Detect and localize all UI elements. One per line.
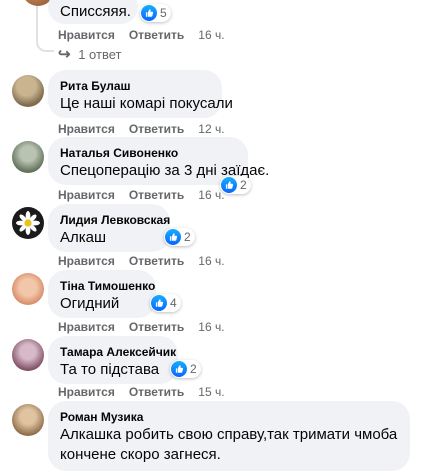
avatar[interactable]	[12, 141, 44, 173]
reaction-count-value: 5	[160, 6, 167, 20]
avatar[interactable]	[12, 75, 44, 107]
comment-author[interactable]: Тамара Алексейчик	[60, 344, 176, 360]
comment-actions: Нравится Ответить 16 ч.	[58, 319, 239, 335]
comment-actions: Нравится Ответить 16 ч.	[58, 187, 239, 203]
comment-author[interactable]: Лидия Левковская	[60, 212, 170, 228]
comment-text: Алкаш	[60, 229, 107, 246]
reaction-count[interactable]: 4	[150, 294, 181, 312]
avatar[interactable]	[12, 404, 44, 436]
timestamp[interactable]: 16 ч.	[198, 320, 224, 334]
like-icon	[151, 295, 167, 311]
like-button[interactable]: Нравится	[58, 28, 115, 42]
comment-text: Це наші комарі покусали	[60, 95, 233, 112]
comment-bubble: Лидия Левковская Алкаш	[48, 204, 170, 252]
comment-text: Списсяяя.	[60, 3, 131, 20]
avatar[interactable]	[12, 207, 44, 239]
reply-button[interactable]: Ответить	[129, 122, 184, 136]
view-replies-label: 1 ответ	[78, 47, 122, 62]
comment-actions: Нравится Ответить 16 ч.	[58, 27, 239, 43]
comment-author[interactable]: Рита Булаш	[60, 78, 210, 94]
comment-bubble: Тамара Алексейчик Та то підстава	[48, 336, 178, 384]
reply-button[interactable]: Ответить	[129, 254, 184, 268]
reply-button[interactable]: Ответить	[129, 188, 184, 202]
comment-author[interactable]: Наталья Сивоненко	[60, 145, 236, 161]
reply-arrow-icon: ↪	[58, 46, 71, 63]
comment-author[interactable]: Роман Музика	[60, 409, 398, 425]
timestamp[interactable]: 16 ч.	[198, 28, 224, 42]
avatar[interactable]	[12, 339, 44, 371]
timestamp[interactable]: 12 ч.	[198, 122, 224, 136]
comment-text: Та то підстава	[60, 361, 160, 378]
timestamp[interactable]: 16 ч.	[198, 188, 224, 202]
comment-bubble: Списсяяя.	[48, 0, 138, 24]
comment-actions: Нравится Ответить 16 ч.	[58, 253, 239, 269]
comment-text-line: Алкашка робить свою справу,так тримати ч…	[60, 426, 398, 443]
reaction-count-value: 2	[184, 230, 191, 244]
like-icon	[141, 5, 157, 21]
like-icon	[165, 229, 181, 245]
reply-button[interactable]: Ответить	[129, 385, 184, 399]
comment-author[interactable]: Тіна Тимошенко	[60, 278, 155, 294]
daisy-icon	[16, 211, 40, 235]
comment-text: Спецоперацію за 3 дні заїдає.	[60, 162, 270, 179]
like-button[interactable]: Нравится	[58, 385, 115, 399]
reaction-count-value: 2	[190, 362, 197, 376]
comment-text-line: кончене скоро загнеся.	[60, 446, 221, 463]
view-replies-link[interactable]: ↪ 1 ответ	[58, 47, 121, 63]
reaction-count[interactable]: 5	[140, 4, 171, 22]
comment-actions: Нравится Ответить 12 ч.	[58, 121, 239, 137]
timestamp[interactable]: 16 ч.	[198, 254, 224, 268]
like-button[interactable]: Нравится	[58, 188, 115, 202]
reply-button[interactable]: Ответить	[129, 28, 184, 42]
reaction-count[interactable]: 2	[164, 228, 195, 246]
like-button[interactable]: Нравится	[58, 122, 115, 136]
comment-actions: Нравится Ответить 15 ч.	[58, 384, 239, 400]
avatar[interactable]	[12, 273, 44, 305]
timestamp[interactable]: 15 ч.	[198, 385, 224, 399]
reaction-count-value: 4	[170, 296, 177, 310]
comment-bubble: Рита Булаш Це наші комарі покусали	[48, 70, 233, 118]
reaction-count-value: 2	[240, 178, 247, 192]
like-icon	[171, 361, 187, 377]
comment-bubble: Роман Музика Алкашка робить свою справу,…	[48, 401, 410, 471]
like-button[interactable]: Нравится	[58, 254, 115, 268]
comment-bubble: Наталья Сивоненко Спецоперацію за 3 дні …	[48, 137, 270, 185]
comment-text: Огидний	[60, 295, 120, 312]
comment-bubble: Тіна Тимошенко Огидний	[48, 270, 156, 318]
reaction-count[interactable]: 2	[170, 360, 201, 378]
like-button[interactable]: Нравится	[58, 320, 115, 334]
reply-button[interactable]: Ответить	[129, 320, 184, 334]
